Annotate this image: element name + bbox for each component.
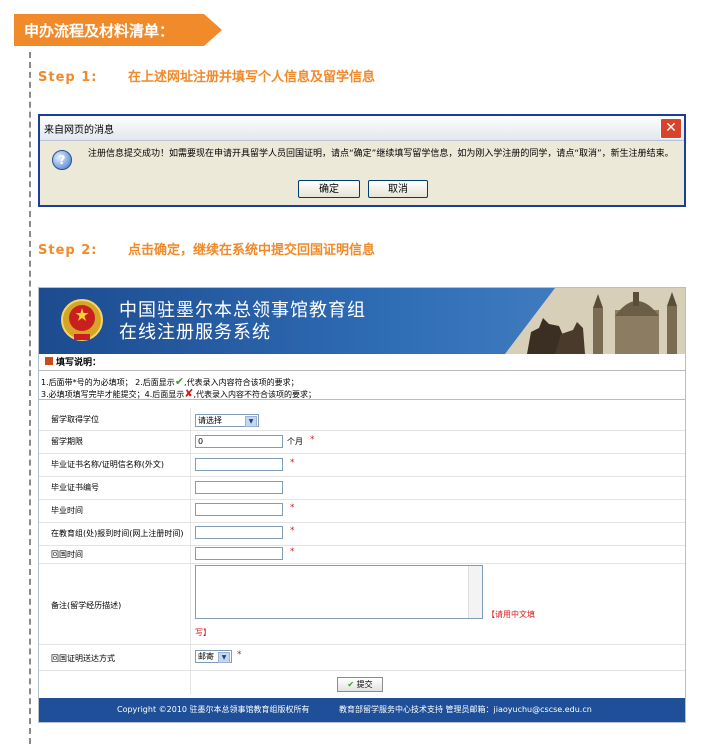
instructions-notes: 1.后面带*号的为必填项； 2.后面显示✔,代表录入内容符合该项的要求； 3.必…	[39, 370, 685, 400]
instructions-bar: 填写说明：	[39, 354, 685, 368]
cancel-button[interactable]: 取消	[368, 180, 428, 198]
return-time-label: 回国时间	[51, 550, 83, 559]
cert-no-input[interactable]	[195, 481, 283, 494]
textarea-scrollbar[interactable]	[468, 566, 482, 618]
question-icon: ?	[52, 150, 72, 170]
required-mark: *	[237, 650, 242, 660]
step-1-text: 在上述网址注册并填写个人信息及留学信息	[128, 70, 376, 85]
duration-input[interactable]: 0	[195, 435, 283, 448]
step-1: Step 1: 在上述网址注册并填写个人信息及留学信息	[38, 66, 375, 85]
landmark-illustration	[505, 288, 685, 354]
grad-time-input[interactable]	[195, 503, 283, 516]
grad-time-label: 毕业时间	[51, 506, 83, 515]
form-row-duration: 留学期限	[39, 430, 685, 454]
step-2: Step 2: 点击确定，继续在系统中提交回国证明信息	[38, 239, 375, 258]
duration-label: 留学期限	[51, 437, 83, 446]
required-mark: *	[290, 547, 295, 557]
duration-unit: 个月	[287, 437, 303, 446]
step-2-label: Step 2:	[38, 243, 98, 258]
form-row-grad-time: 毕业时间	[39, 499, 685, 523]
form-row-degree: 留学取得学位	[39, 408, 685, 431]
footer-copyright: Copyright ©2010 驻墨尔本总领事馆教育组版权所有	[117, 705, 310, 714]
form-row-cert-name: 毕业证书名称/证明信名称(外文)	[39, 453, 685, 477]
report-time-input[interactable]	[195, 526, 283, 539]
return-time-input[interactable]	[195, 547, 283, 560]
degree-label: 留学取得学位	[51, 415, 99, 424]
cert-no-label: 毕业证书编号	[51, 483, 99, 492]
cert-name-label: 毕业证书名称/证明信名称(外文)	[51, 460, 164, 469]
footer-support: 教育部留学服务中心技术支持 管理员邮箱：jiaoyuchu@cscse.edu.…	[339, 705, 592, 714]
check-icon: ✔	[174, 375, 185, 388]
remarks-hint-cont: 写】	[195, 628, 211, 637]
form-row-delivery: 回国证明送达方式	[39, 644, 685, 671]
instructions-title: 填写说明：	[56, 358, 102, 368]
cert-name-input[interactable]	[195, 458, 283, 471]
check-icon: ✔	[347, 680, 355, 689]
delivery-label: 回国证明送达方式	[51, 654, 115, 663]
dialog-message: 注册信息提交成功！如需要现在申请开具留学人员回国证明，请点“确定”继续填写留学信…	[88, 149, 674, 159]
confirm-dialog: 来自网页的消息 ✕ ? 注册信息提交成功！如需要现在申请开具留学人员回国证明，请…	[38, 114, 686, 207]
form-row-report-time: 在教育组(处)报到时间(网上注册时间)	[39, 522, 685, 546]
dashed-timeline	[29, 52, 31, 744]
site-footer: Copyright ©2010 驻墨尔本总领事馆教育组版权所有 教育部留学服务中…	[39, 698, 685, 722]
section-header-text: 申办流程及材料清单：	[24, 22, 175, 40]
section-header: 申办流程及材料清单：	[14, 14, 223, 46]
national-emblem-icon	[61, 299, 103, 341]
banner-title-line1: 中国驻墨尔本总领事馆教育组	[119, 300, 366, 321]
close-icon[interactable]: ✕	[660, 118, 682, 139]
note-line-2: 3.必填项填写完毕才能提交；4.后面显示✘,代表录入内容不符合该项的要求；	[41, 387, 317, 400]
banner-title-line2: 在线注册服务系统	[119, 322, 271, 343]
report-time-label: 在教育组(处)报到时间(网上注册时间)	[51, 529, 184, 538]
registration-website: 中国驻墨尔本总领事馆教育组 在线注册服务系统 填写说明： 1.后面带*号的为必填…	[38, 287, 686, 723]
instructions-icon	[45, 357, 53, 365]
form-row-return-time: 回国时间	[39, 545, 685, 564]
required-mark: *	[290, 503, 295, 513]
dialog-title: 来自网页的消息	[44, 125, 114, 136]
chevron-down-icon: ▼	[218, 652, 230, 663]
required-mark: *	[290, 526, 295, 536]
step-2-text: 点击确定，继续在系统中提交回国证明信息	[128, 243, 376, 258]
submit-button[interactable]: ✔ 提交	[337, 677, 383, 692]
ok-button[interactable]: 确定	[298, 180, 360, 198]
site-banner: 中国驻墨尔本总领事馆教育组 在线注册服务系统	[39, 288, 685, 354]
required-mark: *	[310, 435, 315, 445]
banner-title: 中国驻墨尔本总领事馆教育组 在线注册服务系统	[119, 300, 366, 344]
degree-select[interactable]: 请选择 ▼	[195, 414, 259, 427]
remarks-hint: 【请用中文填	[487, 610, 535, 619]
required-mark: *	[290, 458, 295, 468]
note-line-1: 1.后面带*号的为必填项； 2.后面显示✔,代表录入内容符合该项的要求；	[41, 375, 299, 388]
dialog-titlebar: 来自网页的消息 ✕	[40, 116, 684, 141]
form-row-cert-no: 毕业证书编号	[39, 476, 685, 500]
remarks-label: 备注(留学经历描述)	[51, 601, 122, 610]
delivery-select[interactable]: 邮寄 ▼	[195, 650, 232, 663]
remarks-textarea[interactable]	[195, 565, 483, 619]
step-1-label: Step 1:	[38, 70, 98, 85]
chevron-down-icon: ▼	[245, 416, 257, 427]
